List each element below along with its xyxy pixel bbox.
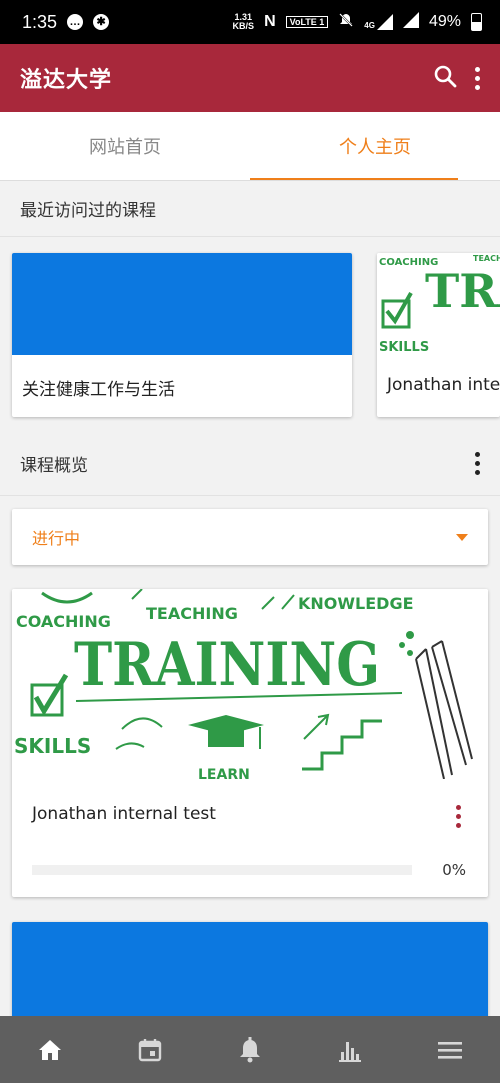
image-word-knowledge: KNOWLEDGE xyxy=(298,594,414,613)
course-filter-dropdown[interactable]: 进行中 xyxy=(12,509,488,565)
progress-bar xyxy=(32,865,412,875)
status-bar: 1:35 … ✱ 1.31 KB/S N VoLTE 1 4G 49% xyxy=(0,0,500,44)
search-icon[interactable] xyxy=(433,64,457,92)
recent-courses-heading: 最近访问过的课程 xyxy=(0,181,500,237)
course-name: Jonathan internal test xyxy=(32,804,216,824)
app-bar: 溢达大学 xyxy=(0,44,500,112)
app-notification-icon: ✱ xyxy=(93,14,110,30)
menu-icon[interactable] xyxy=(420,1020,480,1080)
battery-icon xyxy=(471,13,482,31)
message-notification-icon: … xyxy=(67,14,84,30)
image-word-teaching: TEACHING xyxy=(146,604,238,623)
network-type: 4G xyxy=(364,21,375,30)
recent-course-card[interactable]: COACHING TEACHING TRAINING SKILLS Jonath… xyxy=(377,253,500,417)
course-overview-heading: 课程概览 xyxy=(0,432,500,496)
course-image: COACHING TEACHING TRAINING SKILLS xyxy=(377,253,500,355)
course-options-icon[interactable] xyxy=(452,805,464,828)
network-speed: 1.31 KB/S xyxy=(233,13,255,31)
course-name: Jonathan internal test xyxy=(387,375,500,395)
signal-icon-2 xyxy=(402,11,419,33)
tab-dashboard[interactable]: 个人主页 xyxy=(250,112,500,180)
recent-course-card[interactable]: 关注健康工作与生活 xyxy=(12,253,352,417)
nfc-icon: N xyxy=(264,13,276,30)
bar-chart-icon[interactable] xyxy=(320,1020,380,1080)
bell-icon[interactable] xyxy=(220,1020,280,1080)
course-name: 关注健康工作与生活 xyxy=(22,380,175,400)
image-word-skills: SKILLS xyxy=(14,734,91,758)
course-overview-title: 课程概览 xyxy=(20,456,88,476)
course-image: COACHING TEACHING KNOWLEDGE TRAINING SKI… xyxy=(12,589,488,779)
tab-bar: 网站首页 个人主页 xyxy=(0,112,500,181)
network-speed-unit: KB/S xyxy=(232,21,255,31)
course-card[interactable]: COACHING TEACHING KNOWLEDGE TRAINING SKI… xyxy=(12,589,488,897)
tab-site-home[interactable]: 网站首页 xyxy=(0,112,250,180)
course-filter-value: 进行中 xyxy=(32,529,81,548)
home-icon[interactable] xyxy=(20,1020,80,1080)
image-word-training: TRAINING xyxy=(74,630,380,700)
more-options-icon[interactable] xyxy=(475,66,480,90)
progress-percent: 0% xyxy=(442,861,466,879)
status-time: 1:35 xyxy=(22,11,58,32)
dropdown-caret-icon xyxy=(456,533,468,541)
image-word-learn: LEARN xyxy=(198,767,250,779)
image-word-training: TRAINING xyxy=(425,264,500,318)
battery-percent: 49% xyxy=(428,13,461,30)
volte-badge: VoLTE 1 xyxy=(285,16,329,28)
signal-icon: 4G xyxy=(364,14,393,30)
image-word-skills: SKILLS xyxy=(379,340,429,355)
image-word-teaching: TEACHING xyxy=(473,254,500,263)
overview-options-icon[interactable] xyxy=(475,452,480,475)
bottom-navigation xyxy=(0,1016,500,1083)
image-word-coaching: COACHING xyxy=(16,612,111,631)
mute-icon xyxy=(338,12,354,33)
course-image xyxy=(12,253,352,355)
app-title: 溢达大学 xyxy=(20,68,113,93)
calendar-icon[interactable] xyxy=(120,1020,180,1080)
